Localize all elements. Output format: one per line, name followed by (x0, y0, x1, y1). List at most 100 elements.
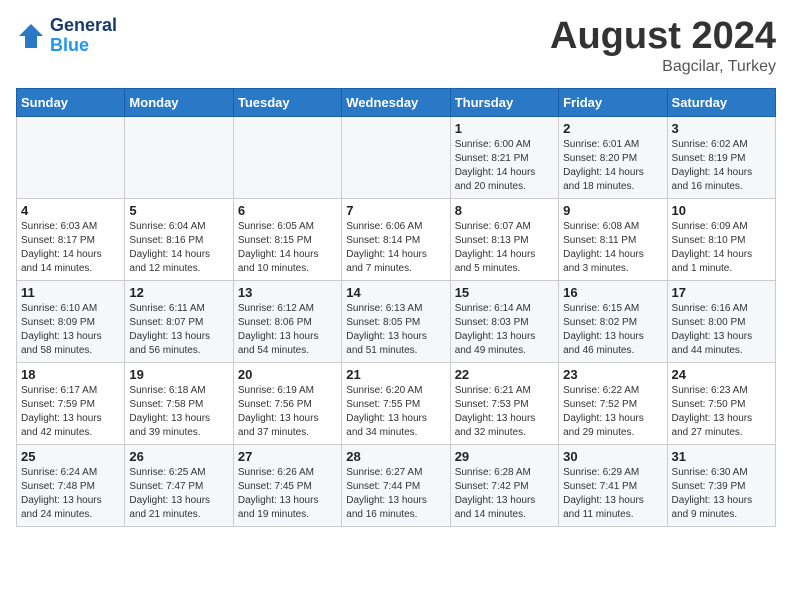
calendar-cell: 5 Sunrise: 6:04 AM Sunset: 8:16 PM Daylig… (125, 198, 233, 280)
month-title: August 2024 (550, 16, 776, 58)
day-number: 5 (129, 203, 228, 218)
week-row-3: 11 Sunrise: 6:10 AM Sunset: 8:09 PM Dayli… (17, 280, 776, 362)
day-info: Sunrise: 6:13 AM Sunset: 8:05 PM Dayligh… (346, 302, 445, 358)
header-row: SundayMondayTuesdayWednesdayThursdayFrid… (17, 88, 776, 116)
day-number: 10 (672, 203, 771, 218)
logo-text: General Blue (50, 16, 117, 56)
day-number: 19 (129, 367, 228, 382)
week-row-4: 18 Sunrise: 6:17 AM Sunset: 7:59 PM Dayli… (17, 362, 776, 444)
day-number: 9 (563, 203, 662, 218)
day-number: 17 (672, 285, 771, 300)
day-number: 30 (563, 449, 662, 464)
day-info: Sunrise: 6:15 AM Sunset: 8:02 PM Dayligh… (563, 302, 662, 358)
calendar-cell: 6 Sunrise: 6:05 AM Sunset: 8:15 PM Daylig… (233, 198, 341, 280)
calendar-cell: 7 Sunrise: 6:06 AM Sunset: 8:14 PM Daylig… (342, 198, 450, 280)
day-number: 1 (455, 121, 554, 136)
calendar-cell: 4Sunrise: 6:03 AM Sunset: 8:17 PM Daylig… (17, 198, 125, 280)
logo-icon (16, 21, 46, 51)
day-number: 31 (672, 449, 771, 464)
calendar-cell: 24 Sunrise: 6:23 AM Sunset: 7:50 PM Dayli… (667, 362, 775, 444)
day-number: 6 (238, 203, 337, 218)
calendar-cell: 18 Sunrise: 6:17 AM Sunset: 7:59 PM Dayli… (17, 362, 125, 444)
col-header-sunday: Sunday (17, 88, 125, 116)
col-header-tuesday: Tuesday (233, 88, 341, 116)
calendar-cell: 28 Sunrise: 6:27 AM Sunset: 7:44 PM Dayli… (342, 444, 450, 526)
calendar-cell: 13 Sunrise: 6:12 AM Sunset: 8:06 PM Dayli… (233, 280, 341, 362)
location: Bagcilar, Turkey (550, 58, 776, 76)
day-info: Sunrise: 6:05 AM Sunset: 8:15 PM Dayligh… (238, 220, 337, 276)
calendar-cell: 15 Sunrise: 6:14 AM Sunset: 8:03 PM Dayli… (450, 280, 558, 362)
day-number: 15 (455, 285, 554, 300)
day-info: Sunrise: 6:28 AM Sunset: 7:42 PM Dayligh… (455, 466, 554, 522)
calendar-table: SundayMondayTuesdayWednesdayThursdayFrid… (16, 88, 776, 527)
day-number: 24 (672, 367, 771, 382)
day-info: Sunrise: 6:09 AM Sunset: 8:10 PM Dayligh… (672, 220, 771, 276)
col-header-friday: Friday (559, 88, 667, 116)
day-info: Sunrise: 6:29 AM Sunset: 7:41 PM Dayligh… (563, 466, 662, 522)
calendar-cell: 27Sunrise: 6:26 AM Sunset: 7:45 PM Dayli… (233, 444, 341, 526)
day-number: 25 (21, 449, 120, 464)
day-number: 16 (563, 285, 662, 300)
col-header-wednesday: Wednesday (342, 88, 450, 116)
day-info: Sunrise: 6:08 AM Sunset: 8:11 PM Dayligh… (563, 220, 662, 276)
day-info: Sunrise: 6:19 AM Sunset: 7:56 PM Dayligh… (238, 384, 337, 440)
day-number: 18 (21, 367, 120, 382)
day-number: 29 (455, 449, 554, 464)
day-number: 12 (129, 285, 228, 300)
calendar-cell: 31 Sunrise: 6:30 AM Sunset: 7:39 PM Dayli… (667, 444, 775, 526)
calendar-cell: 12 Sunrise: 6:11 AM Sunset: 8:07 PM Dayli… (125, 280, 233, 362)
calendar-cell: 22Sunrise: 6:21 AM Sunset: 7:53 PM Dayli… (450, 362, 558, 444)
day-number: 13 (238, 285, 337, 300)
week-row-5: 25Sunrise: 6:24 AM Sunset: 7:48 PM Dayli… (17, 444, 776, 526)
calendar-cell: 10 Sunrise: 6:09 AM Sunset: 8:10 PM Dayli… (667, 198, 775, 280)
col-header-thursday: Thursday (450, 88, 558, 116)
calendar-cell (233, 116, 341, 198)
day-info: Sunrise: 6:00 AM Sunset: 8:21 PM Dayligh… (455, 138, 554, 194)
calendar-cell: 21Sunrise: 6:20 AM Sunset: 7:55 PM Dayli… (342, 362, 450, 444)
calendar-cell: 25Sunrise: 6:24 AM Sunset: 7:48 PM Dayli… (17, 444, 125, 526)
day-number: 14 (346, 285, 445, 300)
day-number: 7 (346, 203, 445, 218)
day-number: 28 (346, 449, 445, 464)
calendar-cell: 14 Sunrise: 6:13 AM Sunset: 8:05 PM Dayli… (342, 280, 450, 362)
week-row-1: 1 Sunrise: 6:00 AM Sunset: 8:21 PM Daylig… (17, 116, 776, 198)
day-info: Sunrise: 6:12 AM Sunset: 8:06 PM Dayligh… (238, 302, 337, 358)
calendar-cell (125, 116, 233, 198)
day-info: Sunrise: 6:11 AM Sunset: 8:07 PM Dayligh… (129, 302, 228, 358)
day-number: 11 (21, 285, 120, 300)
day-info: Sunrise: 6:06 AM Sunset: 8:14 PM Dayligh… (346, 220, 445, 276)
day-info: Sunrise: 6:22 AM Sunset: 7:52 PM Dayligh… (563, 384, 662, 440)
day-number: 4 (21, 203, 120, 218)
calendar-cell: 17Sunrise: 6:16 AM Sunset: 8:00 PM Dayli… (667, 280, 775, 362)
calendar-cell: 11 Sunrise: 6:10 AM Sunset: 8:09 PM Dayli… (17, 280, 125, 362)
title-block: August 2024 Bagcilar, Turkey (550, 16, 776, 76)
day-info: Sunrise: 6:18 AM Sunset: 7:58 PM Dayligh… (129, 384, 228, 440)
calendar-cell: 20 Sunrise: 6:19 AM Sunset: 7:56 PM Dayli… (233, 362, 341, 444)
calendar-cell: 19 Sunrise: 6:18 AM Sunset: 7:58 PM Dayli… (125, 362, 233, 444)
day-number: 27 (238, 449, 337, 464)
day-number: 20 (238, 367, 337, 382)
day-number: 8 (455, 203, 554, 218)
day-number: 26 (129, 449, 228, 464)
day-info: Sunrise: 6:17 AM Sunset: 7:59 PM Dayligh… (21, 384, 120, 440)
calendar-cell: 1 Sunrise: 6:00 AM Sunset: 8:21 PM Daylig… (450, 116, 558, 198)
page-header: General Blue August 2024 Bagcilar, Turke… (16, 16, 776, 76)
calendar-cell: 29 Sunrise: 6:28 AM Sunset: 7:42 PM Dayli… (450, 444, 558, 526)
calendar-cell (342, 116, 450, 198)
calendar-body: 1 Sunrise: 6:00 AM Sunset: 8:21 PM Daylig… (17, 116, 776, 526)
day-info: Sunrise: 6:30 AM Sunset: 7:39 PM Dayligh… (672, 466, 771, 522)
calendar-cell: 23 Sunrise: 6:22 AM Sunset: 7:52 PM Dayli… (559, 362, 667, 444)
day-info: Sunrise: 6:23 AM Sunset: 7:50 PM Dayligh… (672, 384, 771, 440)
day-info: Sunrise: 6:27 AM Sunset: 7:44 PM Dayligh… (346, 466, 445, 522)
day-info: Sunrise: 6:10 AM Sunset: 8:09 PM Dayligh… (21, 302, 120, 358)
logo: General Blue (16, 16, 117, 56)
day-info: Sunrise: 6:07 AM Sunset: 8:13 PM Dayligh… (455, 220, 554, 276)
day-info: Sunrise: 6:20 AM Sunset: 7:55 PM Dayligh… (346, 384, 445, 440)
day-info: Sunrise: 6:25 AM Sunset: 7:47 PM Dayligh… (129, 466, 228, 522)
day-info: Sunrise: 6:04 AM Sunset: 8:16 PM Dayligh… (129, 220, 228, 276)
week-row-2: 4Sunrise: 6:03 AM Sunset: 8:17 PM Daylig… (17, 198, 776, 280)
calendar-cell: 30 Sunrise: 6:29 AM Sunset: 7:41 PM Dayli… (559, 444, 667, 526)
calendar-cell (17, 116, 125, 198)
day-info: Sunrise: 6:14 AM Sunset: 8:03 PM Dayligh… (455, 302, 554, 358)
day-number: 23 (563, 367, 662, 382)
